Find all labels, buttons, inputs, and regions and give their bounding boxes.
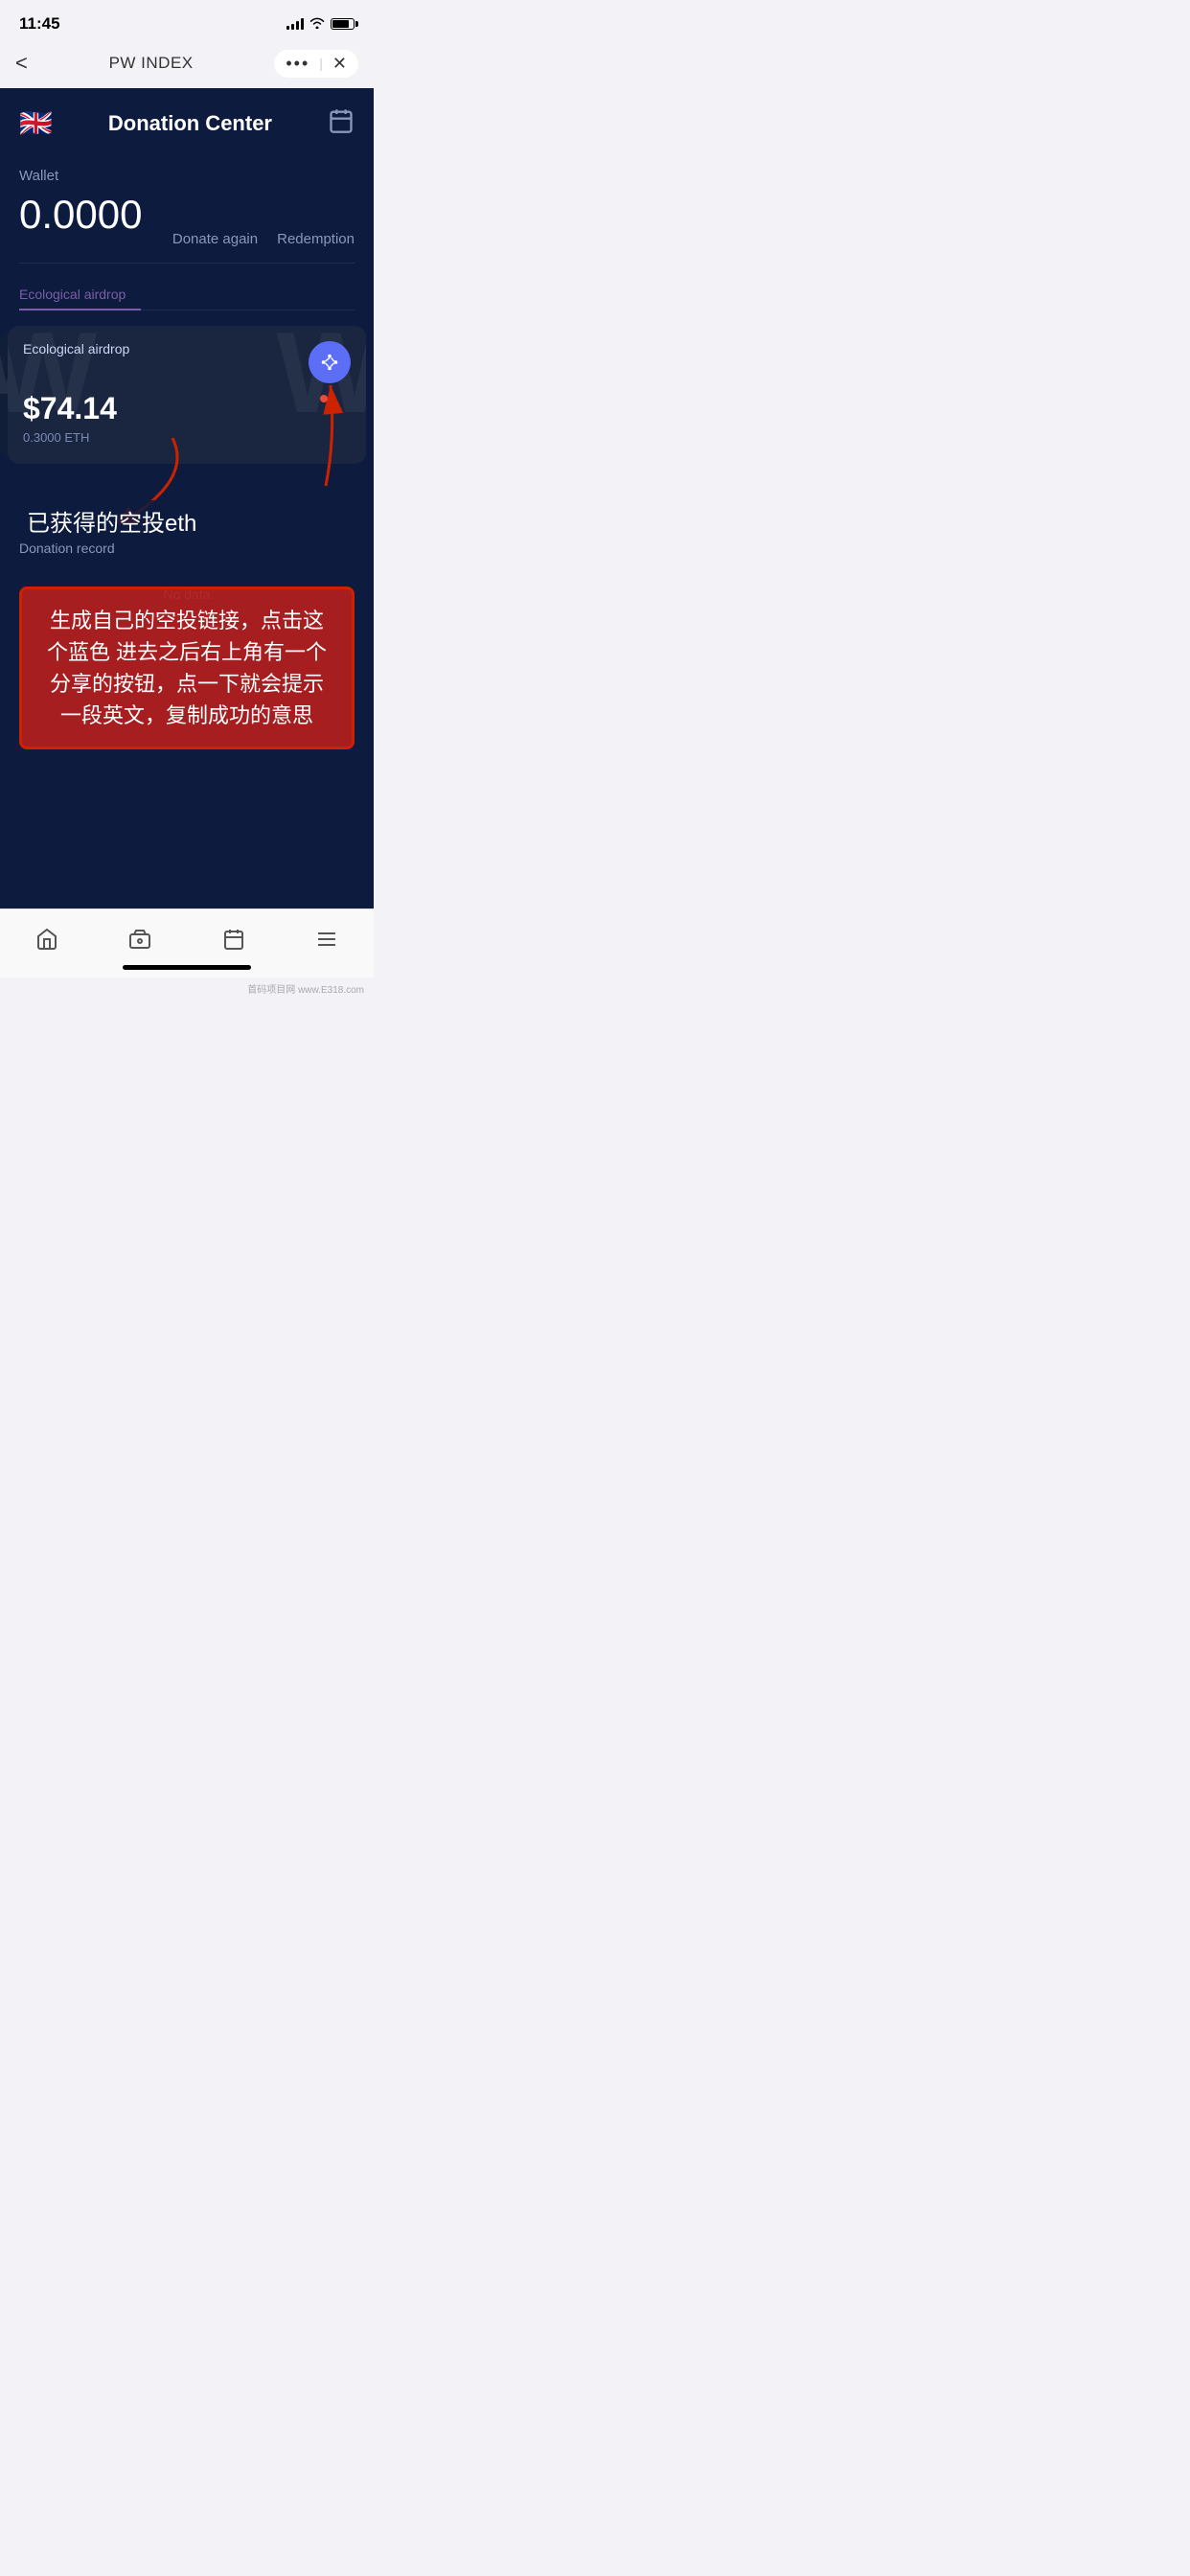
page-title: Donation Center xyxy=(108,111,272,136)
nav-title: PW INDEX xyxy=(109,54,194,73)
wallet-amount: 0.0000 xyxy=(19,192,142,238)
divider xyxy=(19,263,355,264)
nav-right-controls: ••• | ✕ xyxy=(274,50,358,78)
card-top: Ecological airdrop xyxy=(23,341,351,383)
signal-icon xyxy=(286,18,304,30)
calendar-icon[interactable] xyxy=(328,107,355,139)
status-icons xyxy=(286,16,355,32)
tab-secondary[interactable] xyxy=(141,279,172,310)
annotation-text: 生成自己的空投链接，点击这个蓝色 进去之后右上角有一个分享的按钮，点一下就会提示… xyxy=(41,605,332,731)
tab-home[interactable] xyxy=(0,928,94,951)
airdrop-card: W W Ecological airdrop xyxy=(8,326,366,464)
watermark: 首码项目网 www.E318.com xyxy=(0,978,374,1000)
notification-dot xyxy=(320,395,328,402)
wifi-icon xyxy=(309,16,325,32)
more-options-button[interactable]: ••• xyxy=(286,54,309,74)
back-button[interactable]: < xyxy=(15,51,28,76)
donation-record-label: Donation record xyxy=(19,540,355,556)
flag-icon: 🇬🇧 xyxy=(19,107,53,139)
wallet-actions: Donate again Redemption xyxy=(172,231,355,247)
airdrop-card-label: Ecological airdrop xyxy=(23,341,129,356)
nav-bar: < PW INDEX ••• | ✕ xyxy=(0,42,374,88)
status-time: 11:45 xyxy=(19,14,60,34)
main-content: 🇬🇧 Donation Center Wallet 0.0000 Donate … xyxy=(0,88,374,908)
tab-calendar-bottom[interactable] xyxy=(187,928,281,951)
battery-icon xyxy=(331,18,355,30)
tab-wallet[interactable] xyxy=(94,928,188,951)
tab-ecological-airdrop[interactable]: Ecological airdrop xyxy=(19,279,141,310)
status-bar: 11:45 xyxy=(0,0,374,42)
airdrop-share-button[interactable] xyxy=(309,341,351,383)
redemption-button[interactable]: Redemption xyxy=(277,231,355,247)
home-indicator xyxy=(123,965,251,970)
wallet-label: Wallet xyxy=(19,168,355,184)
airdrop-amount: $74.14 xyxy=(23,391,351,426)
airdrop-eth-amount: 0.3000 ETH xyxy=(23,430,351,445)
bottom-tab-bar xyxy=(0,908,374,978)
tabs: Ecological airdrop xyxy=(19,279,355,310)
close-button[interactable]: ✕ xyxy=(332,54,347,74)
tab-menu[interactable] xyxy=(281,928,375,951)
donate-again-button[interactable]: Donate again xyxy=(172,231,258,247)
annotation-box: 生成自己的空投链接，点击这个蓝色 进去之后右上角有一个分享的按钮，点一下就会提示… xyxy=(19,586,355,749)
page-header: 🇬🇧 Donation Center xyxy=(19,107,355,139)
airdrop-label-overlay: 已获得的空投eth xyxy=(19,500,204,541)
wallet-section: Wallet 0.0000 Donate again Redemption xyxy=(19,168,355,247)
